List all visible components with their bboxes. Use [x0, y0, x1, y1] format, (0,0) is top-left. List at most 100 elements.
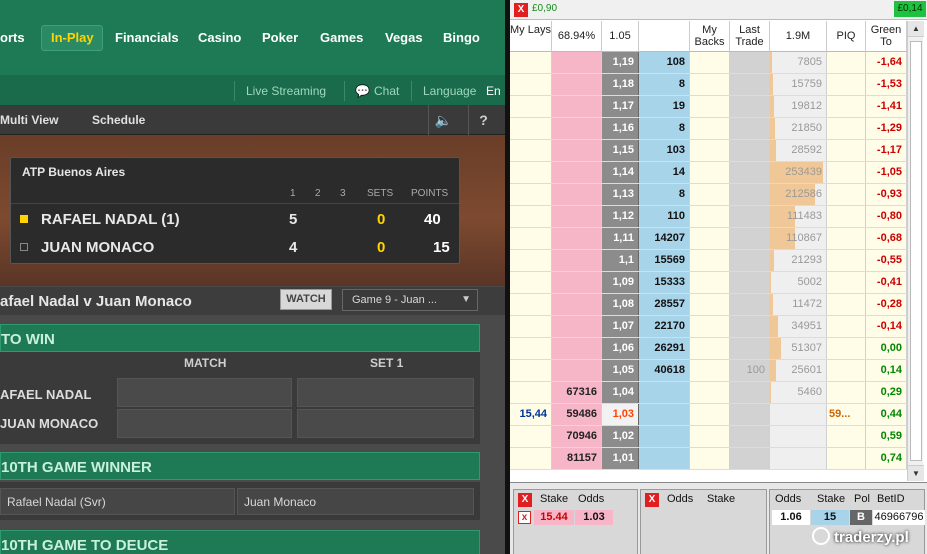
schedule-tab[interactable]: Schedule: [92, 113, 145, 127]
my-back-cell[interactable]: [690, 96, 730, 117]
my-lay-cell[interactable]: [510, 118, 552, 139]
lay-cell[interactable]: 81157: [552, 448, 602, 469]
lay-cell[interactable]: 67316: [552, 382, 602, 403]
my-back-cell[interactable]: [690, 426, 730, 447]
market-header-to-win[interactable]: TO WIN: [0, 324, 480, 352]
back-cell[interactable]: 26291: [639, 338, 690, 359]
my-back-cell[interactable]: [690, 228, 730, 249]
watch-button[interactable]: WATCH: [280, 289, 332, 310]
my-back-cell[interactable]: [690, 206, 730, 227]
close-icon[interactable]: X: [645, 493, 659, 507]
odds-button[interactable]: [117, 409, 292, 438]
lay-cell[interactable]: [552, 360, 602, 381]
lay-cell[interactable]: [552, 206, 602, 227]
my-back-cell[interactable]: [690, 74, 730, 95]
lay-cell[interactable]: [552, 162, 602, 183]
market-header-10th-game-to-deuce[interactable]: 10TH GAME TO DEUCE: [0, 530, 480, 554]
odds-button[interactable]: [297, 409, 474, 438]
my-lay-cell[interactable]: [510, 206, 552, 227]
close-icon[interactable]: X: [518, 493, 532, 507]
back-cell[interactable]: 8: [639, 184, 690, 205]
header-green-to[interactable]: Green To: [866, 21, 907, 52]
help-icon[interactable]: ?: [468, 105, 498, 135]
lay-cell[interactable]: [552, 96, 602, 117]
nav-games[interactable]: Games: [320, 30, 363, 46]
lay-cell[interactable]: [552, 316, 602, 337]
my-back-cell[interactable]: [690, 294, 730, 315]
odds-button[interactable]: [297, 378, 474, 407]
header-my-backs[interactable]: My Backs: [690, 21, 730, 52]
lay-cell[interactable]: [552, 272, 602, 293]
back-cell[interactable]: 40618: [639, 360, 690, 381]
scroll-thumb[interactable]: [910, 41, 922, 461]
back-cell[interactable]: 28557: [639, 294, 690, 315]
my-back-cell[interactable]: [690, 162, 730, 183]
ladder-scrollbar[interactable]: ▲ ▼: [907, 21, 924, 481]
nav-vegas[interactable]: Vegas: [385, 30, 423, 46]
lay-cell[interactable]: [552, 338, 602, 359]
chat-link[interactable]: Chat: [374, 84, 399, 98]
header-my-lays[interactable]: My Lays: [510, 21, 552, 52]
back-cell[interactable]: 8: [639, 74, 690, 95]
my-lay-cell[interactable]: [510, 184, 552, 205]
back-cell[interactable]: 22170: [639, 316, 690, 337]
back-cell[interactable]: 8: [639, 118, 690, 139]
lay-cell[interactable]: 59486: [552, 404, 602, 425]
speaker-icon[interactable]: 🔈: [428, 105, 458, 135]
lay-cell[interactable]: [552, 74, 602, 95]
my-back-cell[interactable]: [690, 404, 730, 425]
language-select[interactable]: En: [486, 84, 501, 98]
back-cell[interactable]: 14207: [639, 228, 690, 249]
nav-bingo[interactable]: Bingo: [443, 30, 480, 46]
nav-in-play[interactable]: In-Play: [51, 30, 94, 46]
my-lay-cell[interactable]: [510, 162, 552, 183]
my-lay-cell[interactable]: [510, 338, 552, 359]
my-lay-cell[interactable]: [510, 316, 552, 337]
nav-sports[interactable]: orts: [0, 30, 25, 46]
my-back-cell[interactable]: [690, 360, 730, 381]
lay-cell[interactable]: [552, 228, 602, 249]
my-lay-cell[interactable]: [510, 96, 552, 117]
my-lay-cell[interactable]: [510, 52, 552, 73]
odds-button[interactable]: [117, 378, 292, 407]
lay-cell[interactable]: 70946: [552, 426, 602, 447]
my-lay-cell[interactable]: [510, 294, 552, 315]
my-lay-cell[interactable]: 15,44: [510, 404, 552, 425]
back-cell[interactable]: [639, 382, 690, 403]
my-lay-cell[interactable]: [510, 448, 552, 469]
my-lay-cell[interactable]: [510, 382, 552, 403]
my-lay-cell[interactable]: [510, 228, 552, 249]
selection-button[interactable]: Rafael Nadal (Svr): [0, 488, 235, 515]
my-lay-cell[interactable]: [510, 140, 552, 161]
back-cell[interactable]: [639, 404, 690, 425]
back-cell[interactable]: 14: [639, 162, 690, 183]
my-lay-cell[interactable]: [510, 272, 552, 293]
back-cell[interactable]: [639, 426, 690, 447]
my-lay-cell[interactable]: [510, 360, 552, 381]
back-cell[interactable]: 15569: [639, 250, 690, 271]
live-streaming-link[interactable]: Live Streaming: [246, 84, 326, 98]
lay-cell[interactable]: [552, 118, 602, 139]
scroll-down-icon[interactable]: ▼: [908, 465, 924, 481]
my-back-cell[interactable]: [690, 118, 730, 139]
lay-cell[interactable]: [552, 140, 602, 161]
my-back-cell[interactable]: [690, 52, 730, 73]
back-cell[interactable]: 15333: [639, 272, 690, 293]
back-cell[interactable]: 108: [639, 52, 690, 73]
scroll-up-icon[interactable]: ▲: [908, 21, 924, 37]
market-header-10th-game-winner[interactable]: 10TH GAME WINNER: [0, 452, 480, 480]
my-lay-cell[interactable]: [510, 426, 552, 447]
game-select[interactable]: Game 9 - Juan ... ▼: [342, 289, 478, 311]
back-cell[interactable]: 103: [639, 140, 690, 161]
nav-casino[interactable]: Casino: [198, 30, 241, 46]
selection-button[interactable]: Juan Monaco: [237, 488, 474, 515]
multi-view-tab[interactable]: Multi View: [0, 113, 58, 127]
my-lay-cell[interactable]: [510, 74, 552, 95]
my-back-cell[interactable]: [690, 316, 730, 337]
chat-icon[interactable]: 💬: [355, 84, 370, 98]
my-lay-cell[interactable]: [510, 250, 552, 271]
back-cell[interactable]: 19: [639, 96, 690, 117]
my-back-cell[interactable]: [690, 272, 730, 293]
close-icon[interactable]: X: [514, 3, 528, 17]
back-cell[interactable]: [639, 448, 690, 469]
